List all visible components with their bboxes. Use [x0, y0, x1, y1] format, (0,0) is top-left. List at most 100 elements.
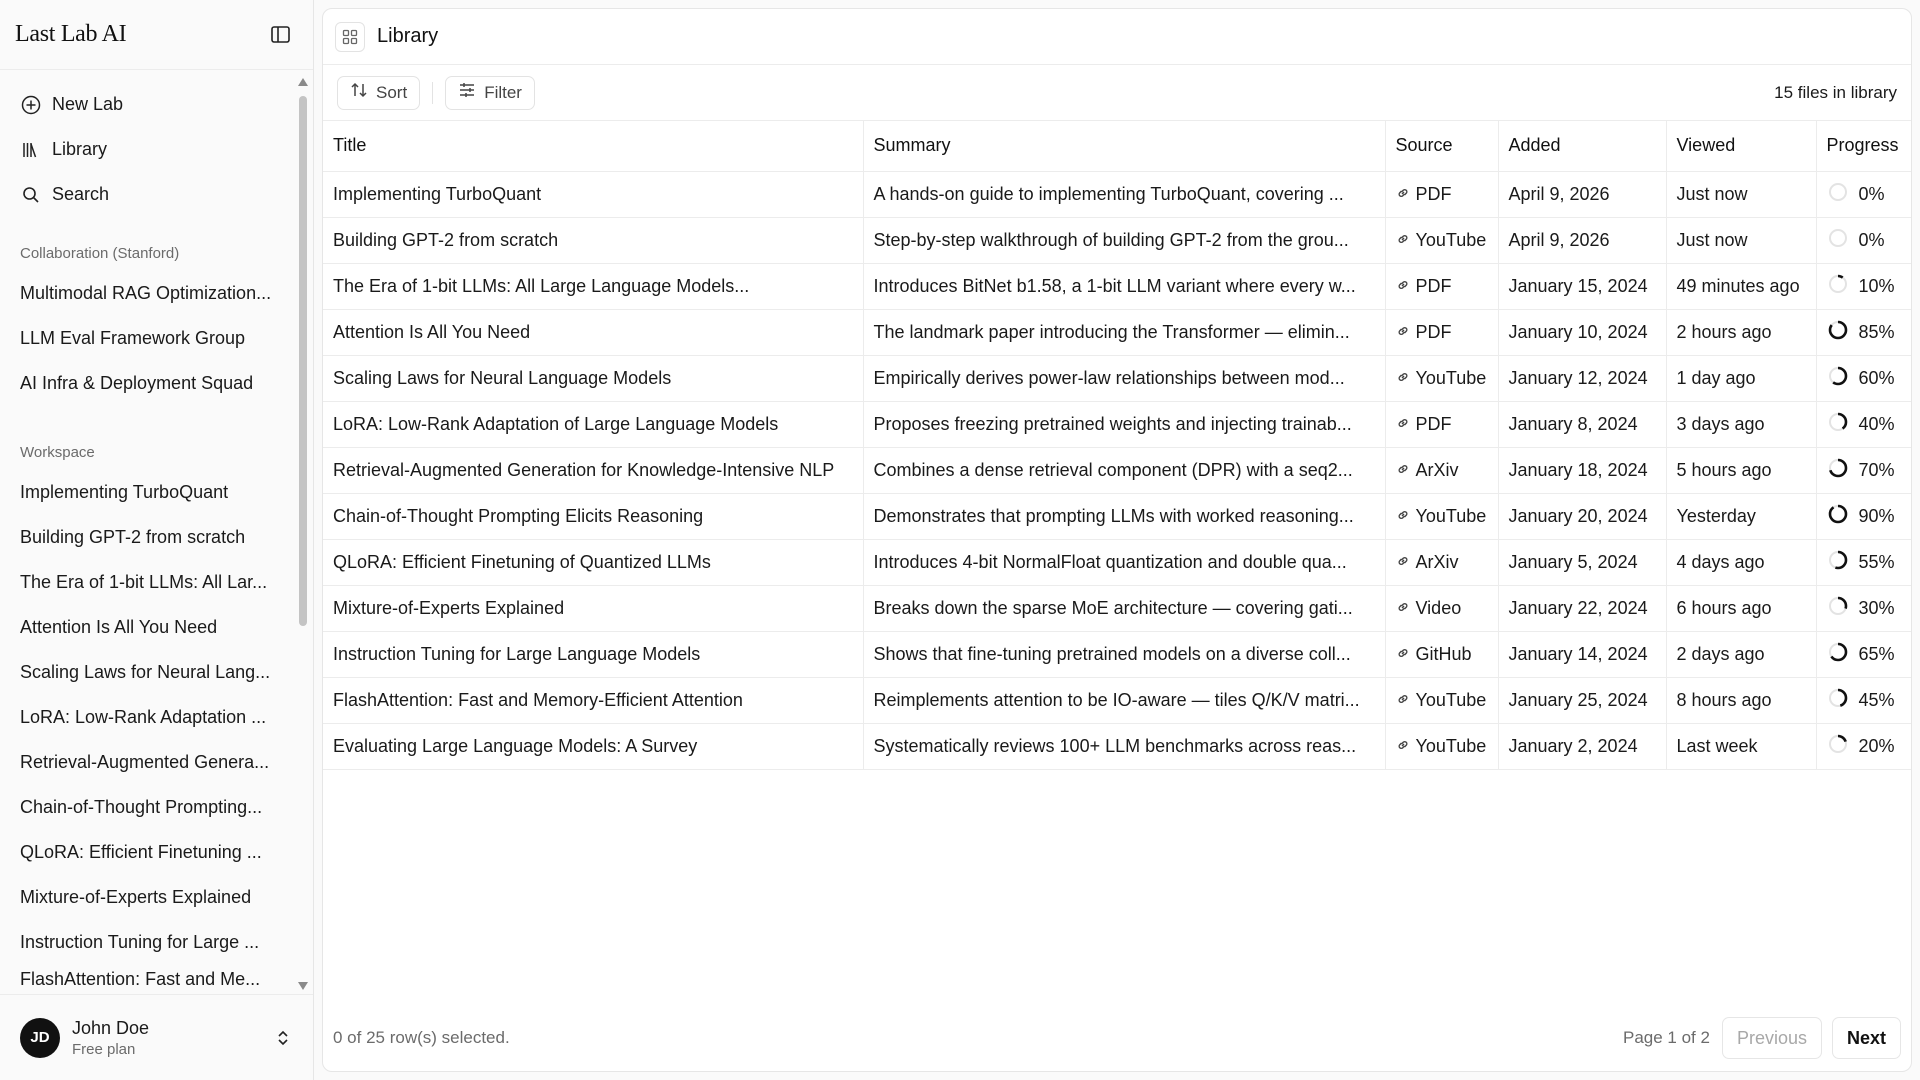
workspace-item[interactable]: Chain-of-Thought Prompting... [20, 785, 282, 830]
sidebar-scrollbar[interactable] [297, 76, 309, 994]
sidebar-toggle-icon[interactable] [269, 24, 291, 46]
cell-summary: A hands-on guide to implementing TurboQu… [863, 171, 1386, 218]
nav-search[interactable]: Search [20, 172, 293, 217]
scroll-up-arrow-icon[interactable] [297, 76, 309, 88]
source-label: Video [1415, 597, 1462, 618]
library-icon [20, 139, 42, 161]
workspace-item[interactable]: Building GPT-2 from scratch [20, 515, 282, 560]
table-row[interactable]: Implementing TurboQuant A hands-on guide … [323, 171, 1911, 218]
cell-viewed: 5 hours ago [1666, 447, 1817, 494]
grid-icon[interactable] [335, 21, 365, 52]
workspace-item[interactable]: Retrieval-Augmented Genera... [20, 740, 282, 785]
scroll-thumb[interactable] [299, 96, 307, 626]
previous-button[interactable]: Previous [1721, 1017, 1822, 1059]
table-row[interactable]: Retrieval-Augmented Generation for Knowl… [323, 447, 1911, 494]
workspace-item[interactable]: The Era of 1-bit LLMs: All Lar... [20, 560, 282, 605]
cell-viewed: 1 day ago [1666, 355, 1817, 402]
cell-title: Evaluating Large Language Models: A Surv… [323, 723, 864, 770]
cell-progress: 0% [1816, 171, 1911, 218]
chevrons-up-down-icon[interactable] [273, 1028, 293, 1048]
scroll-down-arrow-icon[interactable] [297, 980, 309, 992]
cell-progress: 85% [1816, 309, 1911, 356]
table-row[interactable]: The Era of 1-bit LLMs: All Large Languag… [323, 263, 1911, 310]
table-row[interactable]: Chain-of-Thought Prompting Elicits Reaso… [323, 493, 1911, 540]
table-row[interactable]: Instruction Tuning for Large Language Mo… [323, 631, 1911, 678]
table-footer: 0 of 25 row(s) selected. Page 1 of 2 Pre… [323, 1005, 1911, 1071]
table-row[interactable]: Attention Is All You Need The landmark pa… [323, 309, 1911, 356]
cell-summary: Shows that fine-tuning pretrained models… [863, 631, 1386, 678]
cell-source: YouTube [1385, 217, 1499, 264]
progress-ring-icon [1827, 365, 1849, 392]
link-icon [1396, 184, 1410, 205]
progress-label: 10% [1858, 275, 1895, 296]
link-icon [1396, 276, 1410, 297]
table-row[interactable]: QLoRA: Efficient Finetuning of Quantized… [323, 539, 1911, 586]
table-header-row: Title Summary Source Added Viewed Progre… [323, 121, 1911, 172]
table-body: Implementing TurboQuant A hands-on guide … [323, 171, 1911, 770]
sort-arrows-icon [350, 81, 368, 104]
table-row[interactable]: Mixture-of-Experts Explained Breaks down … [323, 585, 1911, 632]
progress-ring-icon [1827, 273, 1849, 300]
cell-added: January 8, 2024 [1498, 401, 1667, 448]
cell-added: January 5, 2024 [1498, 539, 1667, 586]
workspace-item[interactable]: FlashAttention: Fast and Me... [20, 965, 282, 993]
sliders-icon [458, 81, 476, 104]
filter-button[interactable]: Filter [445, 75, 535, 110]
cell-title: The Era of 1-bit LLMs: All Large Languag… [323, 263, 864, 310]
column-header-source[interactable]: Source [1385, 121, 1499, 172]
sidebar-header: Last Lab AI [0, 0, 313, 70]
workspace-item[interactable]: QLoRA: Efficient Finetuning ... [20, 830, 282, 875]
table-row[interactable]: FlashAttention: Fast and Memory-Efficien… [323, 677, 1911, 724]
progress-label: 0% [1858, 229, 1885, 250]
source-label: YouTube [1415, 689, 1487, 710]
cell-added: January 20, 2024 [1498, 493, 1667, 540]
table-row[interactable]: Evaluating Large Language Models: A Surv… [323, 723, 1911, 770]
next-button[interactable]: Next [1831, 1017, 1901, 1059]
link-icon [1396, 230, 1410, 251]
workspace-item[interactable]: Implementing TurboQuant [20, 470, 282, 515]
file-count: 15 files in library [1774, 82, 1897, 102]
sort-button[interactable]: Sort [337, 75, 421, 110]
workspace-item[interactable]: Attention Is All You Need [20, 605, 282, 650]
progress-ring-icon [1827, 595, 1849, 622]
plus-circle-icon [20, 94, 42, 116]
cell-added: January 25, 2024 [1498, 677, 1667, 724]
cell-source: YouTube [1385, 355, 1499, 402]
cell-summary: Combines a dense retrieval component (DP… [863, 447, 1386, 494]
table-row[interactable]: LoRA: Low-Rank Adaptation of Large Langu… [323, 401, 1911, 448]
table-row[interactable]: Scaling Laws for Neural Language Models E… [323, 355, 1911, 402]
cell-added: January 10, 2024 [1498, 309, 1667, 356]
collab-item[interactable]: AI Infra & Deployment Squad [20, 361, 282, 406]
collab-item[interactable]: LLM Eval Framework Group [20, 316, 282, 361]
workspace-item[interactable]: Mixture-of-Experts Explained [20, 875, 282, 920]
progress-label: 30% [1858, 597, 1895, 618]
column-header-viewed[interactable]: Viewed [1666, 121, 1817, 172]
library-table: Title Summary Source Added Viewed Progre… [323, 121, 1911, 770]
cell-progress: 60% [1816, 355, 1911, 402]
cell-title: Chain-of-Thought Prompting Elicits Reaso… [323, 493, 864, 540]
column-header-title[interactable]: Title [323, 121, 864, 172]
cell-source: ArXiv [1385, 539, 1499, 586]
workspace-item[interactable]: Scaling Laws for Neural Lang... [20, 650, 282, 695]
table-row[interactable]: Building GPT-2 from scratch Step-by-step … [323, 217, 1911, 264]
cell-added: January 22, 2024 [1498, 585, 1667, 632]
cell-progress: 30% [1816, 585, 1911, 632]
progress-ring-icon [1827, 319, 1849, 346]
column-header-progress[interactable]: Progress [1816, 121, 1911, 172]
page-info: Page 1 of 2 [1622, 1028, 1710, 1047]
progress-ring-icon [1827, 549, 1849, 576]
sidebar-scroll-area[interactable]: New Lab Library Search Collaboration (St… [0, 70, 313, 994]
link-icon [1396, 414, 1410, 435]
workspace-item[interactable]: LoRA: Low-Rank Adaptation ... [20, 695, 282, 740]
user-menu[interactable]: JD John Doe Free plan [0, 994, 313, 1080]
workspace-item[interactable]: Instruction Tuning for Large ... [20, 920, 282, 965]
nav-new-lab[interactable]: New Lab [20, 82, 293, 127]
cell-title: Attention Is All You Need [323, 309, 864, 356]
progress-label: 40% [1858, 413, 1895, 434]
collab-item[interactable]: Multimodal RAG Optimization... [20, 271, 282, 316]
nav-library[interactable]: Library [20, 127, 293, 172]
link-icon [1396, 736, 1410, 757]
column-header-summary[interactable]: Summary [863, 121, 1386, 172]
column-header-added[interactable]: Added [1498, 121, 1667, 172]
nav-label: New Lab [52, 94, 124, 114]
